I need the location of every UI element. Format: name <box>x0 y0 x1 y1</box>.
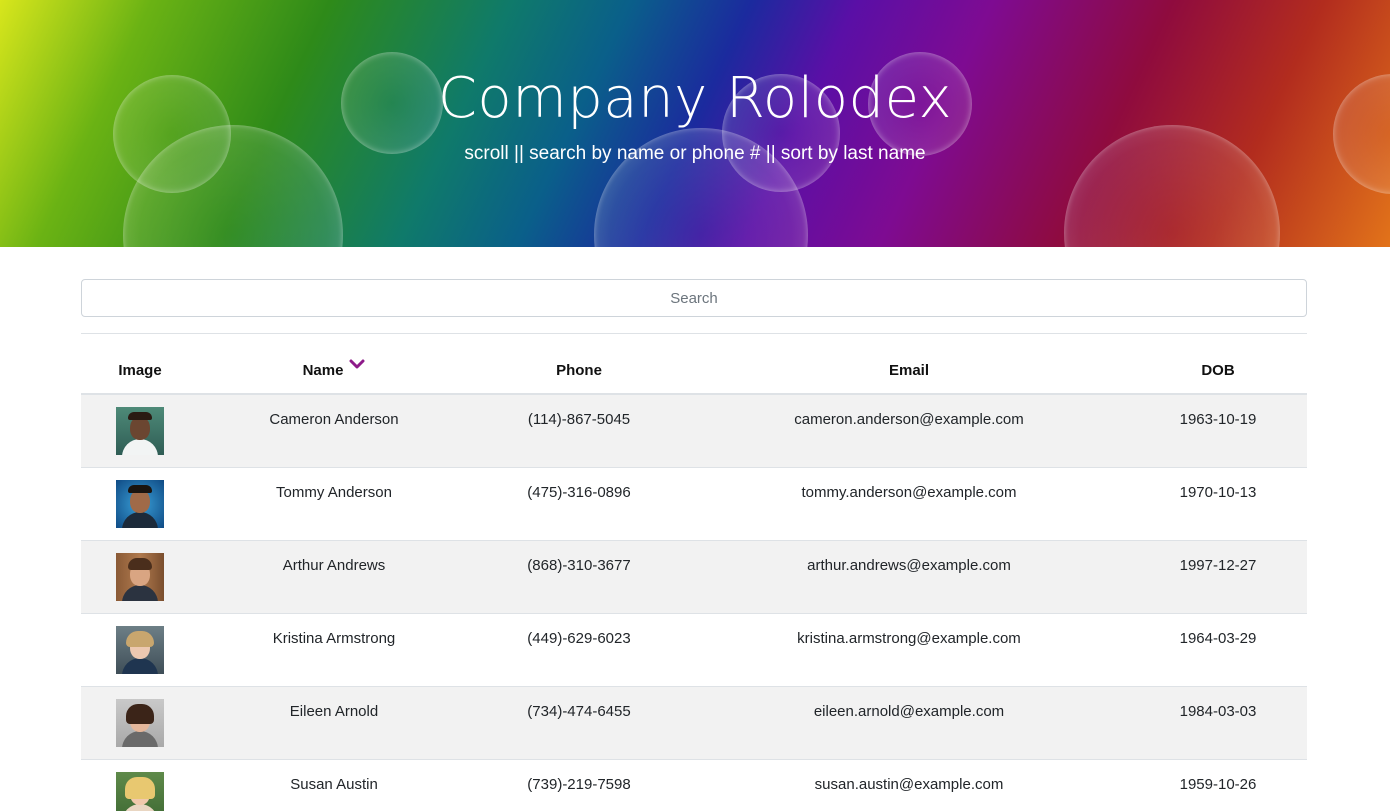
table-row: Kristina Armstrong (449)-629-6023 kristi… <box>81 612 1307 686</box>
email-cell: susan.austin@example.com <box>689 758 1129 811</box>
email-cell: tommy.anderson@example.com <box>689 466 1129 540</box>
image-cell <box>81 758 199 811</box>
image-cell <box>81 612 199 686</box>
email-cell: eileen.arnold@example.com <box>689 685 1129 759</box>
table-row: Eileen Arnold (734)-474-6455 eileen.arno… <box>81 685 1307 759</box>
table-row: Cameron Anderson (114)-867-5045 cameron.… <box>81 393 1307 467</box>
hero-banner: Company Rolodex scroll || search by name… <box>0 0 1390 247</box>
column-header-label: Phone <box>556 362 602 379</box>
page-title: Company Rolodex <box>437 66 953 131</box>
page-subtitle: scroll || search by name or phone # || s… <box>464 143 926 164</box>
column-header-label[interactable]: Name <box>303 362 344 379</box>
image-cell <box>81 685 199 759</box>
person-photo-icon <box>116 479 164 528</box>
image-cell <box>81 466 199 540</box>
phone-cell: (739)-219-7598 <box>469 758 689 811</box>
email-cell: arthur.andrews@example.com <box>689 539 1129 613</box>
search-input[interactable] <box>81 279 1307 317</box>
search-container <box>81 279 1307 317</box>
name-cell: Arthur Andrews <box>199 539 469 613</box>
table-row: Susan Austin (739)-219-7598 susan.austin… <box>81 758 1307 811</box>
phone-cell: (868)-310-3677 <box>469 539 689 613</box>
column-header-image: Image <box>81 345 199 395</box>
dob-cell: 1984-03-03 <box>1129 685 1307 759</box>
name-cell: Tommy Anderson <box>199 466 469 540</box>
phone-cell: (734)-474-6455 <box>469 685 689 759</box>
column-header-label: Email <box>888 362 930 379</box>
person-photo-icon <box>116 625 164 674</box>
email-cell: cameron.anderson@example.com <box>689 393 1129 467</box>
column-header-name[interactable]: Name <box>199 345 469 395</box>
phone-cell: (114)-867-5045 <box>469 393 689 467</box>
employee-table: Image Name Phone Email DOB Cameron Ander… <box>81 345 1307 811</box>
phone-cell: (449)-629-6023 <box>469 612 689 686</box>
person-photo-icon <box>116 552 164 601</box>
dob-cell: 1959-10-26 <box>1129 758 1307 811</box>
dob-cell: 1964-03-29 <box>1129 612 1307 686</box>
divider <box>81 333 1307 334</box>
column-header-email: Email <box>689 345 1129 395</box>
image-cell <box>81 393 199 467</box>
column-header-dob: DOB <box>1129 345 1307 395</box>
table-row: Tommy Anderson (475)-316-0896 tommy.ande… <box>81 466 1307 540</box>
name-cell: Susan Austin <box>199 758 469 811</box>
table-row: Arthur Andrews (868)-310-3677 arthur.and… <box>81 539 1307 613</box>
image-cell <box>81 539 199 613</box>
chevron-down-icon[interactable] <box>349 358 365 375</box>
dob-cell: 1963-10-19 <box>1129 393 1307 467</box>
name-cell: Kristina Armstrong <box>199 612 469 686</box>
person-photo-icon <box>116 407 164 455</box>
dob-cell: 1970-10-13 <box>1129 466 1307 540</box>
column-header-phone: Phone <box>469 345 689 395</box>
dob-cell: 1997-12-27 <box>1129 539 1307 613</box>
name-cell: Cameron Anderson <box>199 393 469 467</box>
email-cell: kristina.armstrong@example.com <box>689 612 1129 686</box>
phone-cell: (475)-316-0896 <box>469 466 689 540</box>
table-header-row: Image Name Phone Email DOB <box>81 345 1307 395</box>
person-photo-icon <box>116 771 164 811</box>
person-photo-icon <box>116 698 164 747</box>
column-header-label: Image <box>118 362 162 379</box>
column-header-label: DOB <box>1201 362 1235 379</box>
name-cell: Eileen Arnold <box>199 685 469 759</box>
